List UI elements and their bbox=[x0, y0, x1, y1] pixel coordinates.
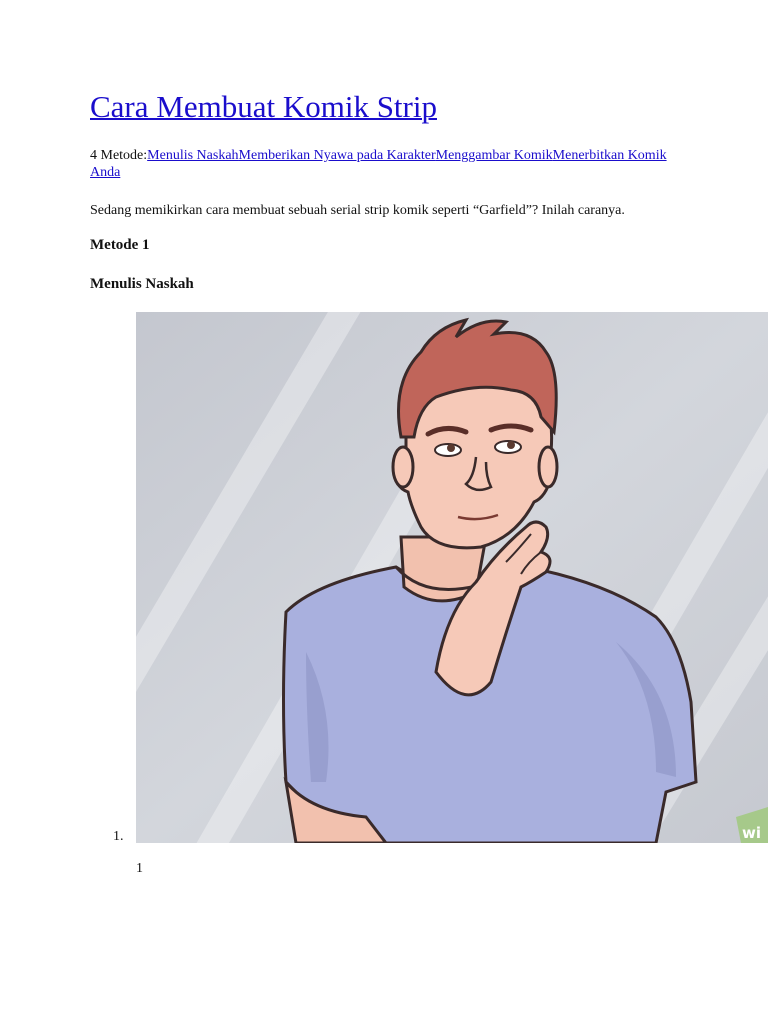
step-sub-number: 1 bbox=[136, 861, 143, 876]
method-link-menulis-naskah[interactable]: Menulis Naskah bbox=[147, 148, 238, 163]
page-title: Cara Membuat Komik Strip bbox=[90, 88, 437, 125]
page-title-link[interactable]: Cara Membuat Komik Strip bbox=[90, 89, 437, 124]
method-link-menggambar-komik[interactable]: Menggambar Komik bbox=[436, 148, 553, 163]
method-label: Metode 1 bbox=[90, 237, 150, 253]
intro-paragraph: Sedang memikirkan cara membuat sebuah se… bbox=[90, 203, 625, 218]
step-number: 1. bbox=[113, 829, 124, 844]
method-link-memberikan-nyawa[interactable]: Memberikan Nyawa pada Karakter bbox=[239, 148, 436, 163]
methods-line: 4 Metode:Menulis NaskahMemberikan Nyawa … bbox=[90, 147, 690, 181]
step-illustration: wi bbox=[136, 312, 768, 843]
methods-prefix: 4 Metode: bbox=[90, 148, 148, 163]
watermark-text: wi bbox=[742, 824, 761, 842]
section-title: Menulis Naskah bbox=[90, 276, 194, 292]
